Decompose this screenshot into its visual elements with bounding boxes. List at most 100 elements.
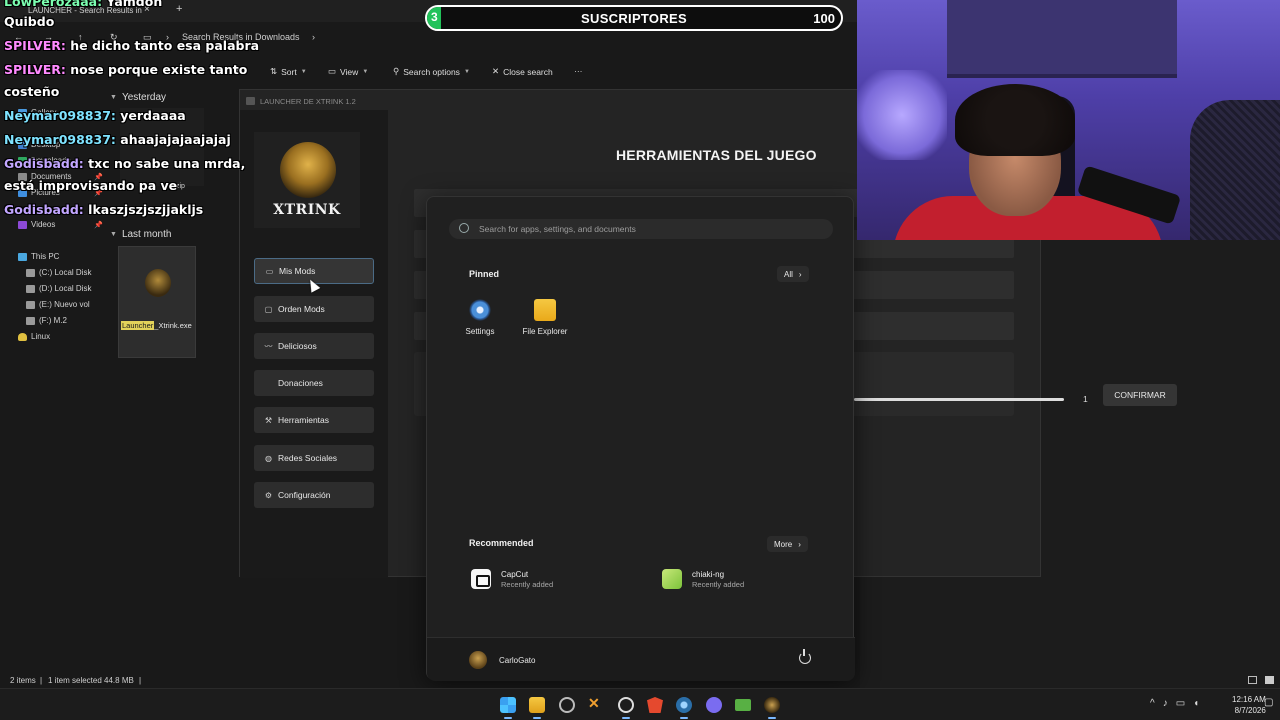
start-menu: Search for apps, settings, and documents… [426, 196, 855, 681]
close-icon: ✕ [492, 66, 500, 76]
breadcrumb-chevron-icon: › [312, 32, 315, 42]
chat-text: Quibdo [4, 14, 55, 29]
chat-text: nose porque existe tanto [65, 62, 248, 77]
launcher-icon[interactable] [764, 697, 780, 713]
clock-date: 8/7/2026 [1234, 706, 1266, 715]
chat-message: Quibdo [4, 14, 54, 29]
chat-message: Neymar098837: ahaajajajaajajaj [4, 132, 231, 147]
steam-icon[interactable] [676, 697, 692, 713]
volume-icon[interactable]: ◖ [1193, 698, 1199, 709]
chat-message: costeño [4, 84, 59, 99]
pinned-app-settings[interactable]: Settings [450, 299, 510, 336]
search-icon [459, 223, 469, 233]
active-indicator [680, 717, 688, 719]
launcher-window-title: LAUNCHER DE XTRINK 1.2 [260, 97, 356, 106]
view-button[interactable]: ▭ View ▼ [328, 66, 368, 77]
drive-icon [26, 316, 35, 325]
webcam-chair-mesh [1190, 100, 1280, 240]
globe-icon: ◍ [265, 453, 272, 463]
search-options-icon: ⚲ [393, 66, 400, 76]
nav-item-linux[interactable]: Linux [18, 332, 50, 341]
menu-button-redes-sociales[interactable]: ◍ Redes Sociales [254, 445, 374, 471]
sort-button[interactable]: ⇅ Sort ▼ [270, 66, 307, 77]
recommended-item-capcut[interactable]: CapCut Recently added [471, 569, 553, 589]
chrome-icon[interactable] [559, 697, 575, 713]
discord-icon[interactable] [706, 697, 722, 713]
nav-item-this-pc[interactable]: This PC [18, 252, 59, 261]
chat-message: está improvisando pa ve [4, 178, 177, 193]
all-apps-button[interactable]: All › [777, 266, 809, 282]
view-label: View [340, 66, 359, 77]
nav-item-drive-c[interactable]: (C:) Local Disk [26, 268, 91, 277]
tray-chevron-icon[interactable]: ^ [1150, 698, 1155, 709]
start-search-input[interactable]: Search for apps, settings, and documents [449, 219, 833, 239]
nav-item-drive-f[interactable]: (F:) M.2 [26, 316, 67, 325]
menu-button-donaciones[interactable]: Donaciones [254, 370, 374, 396]
list-icon: ▢ [264, 304, 273, 314]
webcam-shelf [947, 0, 1177, 78]
chat-text: lkaszjszjszjjakljs [83, 202, 204, 217]
chevron-down-icon: ▼ [110, 231, 117, 238]
x-icon[interactable]: ✕ [588, 695, 604, 711]
more-button[interactable]: More › [767, 536, 808, 552]
nav-item-drive-d[interactable]: (D:) Local Disk [26, 284, 91, 293]
active-indicator [533, 717, 541, 719]
nav-item-videos[interactable]: Videos 📌 [18, 220, 103, 229]
nvidia-icon[interactable] [735, 699, 751, 711]
pinned-app-file-explorer[interactable]: File Explorer [515, 299, 575, 336]
menu-button-configuracion[interactable]: ⚙ Configuración [254, 482, 374, 508]
brave-icon[interactable] [647, 697, 663, 713]
chat-username: Neymar098837: [4, 132, 116, 147]
chevron-down-icon: ▼ [300, 68, 307, 75]
value-slider[interactable] [854, 398, 1064, 401]
chat-username: Neymar098837: [4, 108, 116, 123]
capcut-icon [471, 569, 491, 589]
file-name-rename-field[interactable]: Launcher_Xtrink.exe [121, 321, 192, 330]
nav-item-drive-e[interactable]: (E:) Nuevo vol [26, 300, 90, 309]
user-name[interactable]: CarloGato [499, 656, 535, 665]
details-view-icon[interactable] [1248, 676, 1257, 684]
pin-icon: 📌 [94, 221, 103, 229]
wave-icon: 〰 [264, 341, 273, 351]
network-icon[interactable]: ▭ [1176, 698, 1185, 709]
file-explorer-icon[interactable] [529, 697, 545, 713]
launcher-sidebar: XTRINK ▭ Mis Mods ▢ Orden Mods 〰 Deliciosos… [240, 110, 388, 578]
avatar[interactable] [469, 651, 487, 669]
close-search-label: Close search [503, 66, 553, 77]
group-header-last-month[interactable]: ▼ Last month [110, 229, 171, 240]
chat-username: Godisbadd: [4, 202, 84, 217]
notification-icon[interactable]: ▢ [1264, 697, 1273, 708]
menu-button-deliciosos[interactable]: 〰 Deliciosos [254, 333, 374, 359]
file-name-rest: _Xtrink.exe [154, 321, 192, 330]
clock[interactable]: 12:16 AM 8/7/2026 [1232, 694, 1266, 716]
chat-text: yerdaaaa [115, 108, 186, 123]
menu-button-herramientas[interactable]: ⚒ Herramientas [254, 407, 374, 433]
menu-button-orden-mods[interactable]: ▢ Orden Mods [254, 296, 374, 322]
start-icon[interactable] [500, 697, 516, 713]
chat-text: costeño [4, 84, 60, 99]
chat-username: LowPerozaaa: [4, 0, 103, 9]
power-icon[interactable] [799, 649, 811, 664]
drive-icon [26, 300, 35, 309]
obs-icon[interactable] [618, 697, 634, 713]
subscriber-goal-title: SUSCRIPTORES [581, 11, 687, 26]
chat-message: SPILVER: he dicho tanto esa palabra [4, 38, 259, 53]
lion-logo-icon [280, 142, 336, 198]
clock-time: 12:16 AM [1232, 695, 1266, 704]
search-options-button[interactable]: ⚲ Search options ▼ [393, 66, 470, 77]
tools-icon: ⚒ [264, 415, 273, 425]
chevron-down-icon: ▼ [362, 68, 369, 75]
microphone-icon[interactable]: ♪ [1163, 698, 1168, 709]
close-search-button[interactable]: ✕ Close search [492, 66, 553, 77]
file-tile-launcher[interactable]: Launcher_Xtrink.exe [118, 246, 196, 358]
sort-icon: ⇅ [270, 66, 278, 76]
drive-icon [26, 268, 35, 277]
webcam-person-hair [955, 84, 1075, 156]
tiles-view-icon[interactable] [1265, 676, 1274, 684]
more-options-button[interactable]: ··· [574, 66, 583, 76]
folder-icon: ▭ [265, 266, 274, 276]
recommended-item-chiaki[interactable]: chiaki-ng Recently added [662, 569, 744, 589]
system-tray: ^ ♪ ▭ ◖ [1150, 698, 1199, 709]
settings-gear-icon [469, 299, 491, 321]
confirm-button[interactable]: CONFIRMAR [1103, 384, 1177, 406]
